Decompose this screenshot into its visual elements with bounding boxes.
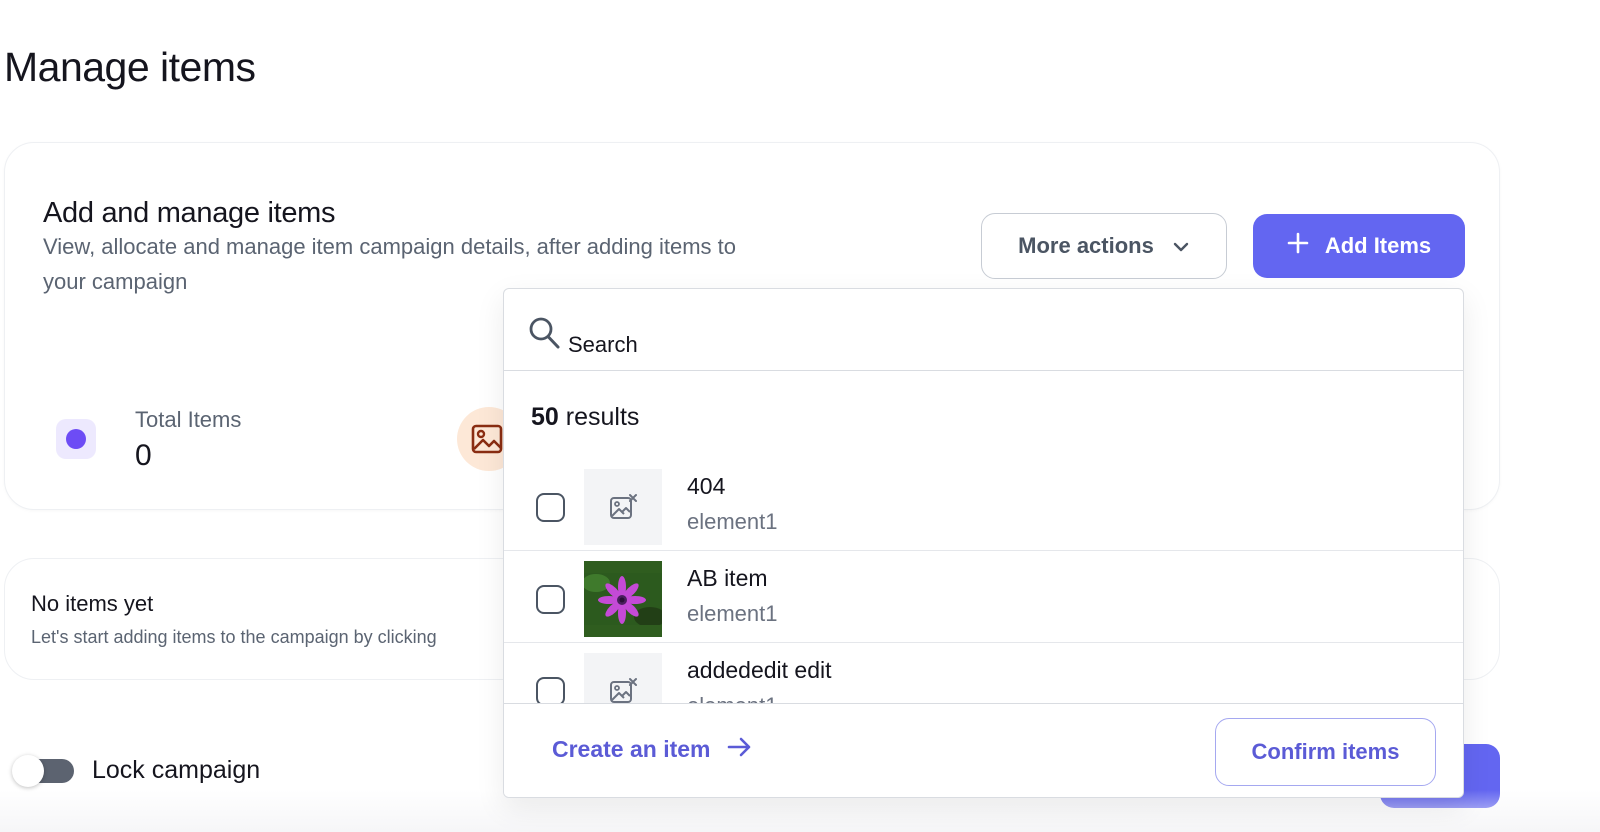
search-input[interactable] <box>568 332 1168 358</box>
create-item-link[interactable]: Create an item <box>552 736 753 763</box>
create-item-label: Create an item <box>552 736 711 762</box>
item-checkbox[interactable] <box>536 677 565 703</box>
plus-icon <box>1287 232 1309 260</box>
lock-campaign-toggle[interactable] <box>12 754 74 787</box>
results-list[interactable]: 404 element1 AB item element1 addededit … <box>504 459 1463 703</box>
empty-state-title: No items yet <box>31 591 154 616</box>
list-item[interactable]: 404 element1 <box>504 459 1463 551</box>
chevron-down-icon <box>1172 233 1190 259</box>
empty-state-description: Let's start adding items to the campaign… <box>31 627 437 647</box>
page-title: Manage items <box>4 44 256 90</box>
flower-photo <box>584 561 662 637</box>
confirm-items-button[interactable]: Confirm items <box>1215 718 1436 786</box>
arrow-right-icon <box>727 736 753 763</box>
item-subtitle: element1 <box>687 693 778 703</box>
result-count-suffix: results <box>558 403 640 431</box>
item-name: addededit edit <box>687 657 832 683</box>
total-items-icon <box>56 419 96 459</box>
item-subtitle: element1 <box>687 509 778 534</box>
item-name: 404 <box>687 473 726 499</box>
item-name: AB item <box>687 565 768 591</box>
result-count-number: 50 <box>531 403 559 431</box>
more-actions-label: More actions <box>1018 233 1154 258</box>
add-items-label: Add Items <box>1324 233 1432 258</box>
list-item[interactable]: AB item element1 <box>504 551 1463 643</box>
add-items-dropdown: 50 results 404 element1 AB item element1… <box>503 288 1464 798</box>
no-image-icon <box>584 469 662 545</box>
dropdown-footer: Create an item Confirm items <box>504 703 1463 797</box>
add-items-button[interactable]: Add Items <box>1253 214 1465 278</box>
item-checkbox[interactable] <box>536 585 565 614</box>
result-count: 50 results <box>531 403 639 432</box>
no-image-icon <box>584 653 662 703</box>
item-checkbox[interactable] <box>536 493 565 522</box>
more-actions-button[interactable]: More actions <box>981 213 1227 279</box>
lock-campaign-label: Lock campaign <box>92 756 261 784</box>
total-items-value: 0 <box>135 439 152 472</box>
search-icon <box>528 316 562 358</box>
list-item[interactable]: addededit edit element1 <box>504 643 1463 703</box>
search-bar <box>504 289 1463 371</box>
item-subtitle: element1 <box>687 601 778 626</box>
total-items-label: Total Items <box>135 407 242 432</box>
lock-campaign-row: Lock campaign <box>12 754 261 787</box>
card-title: Add and manage items <box>43 197 336 229</box>
